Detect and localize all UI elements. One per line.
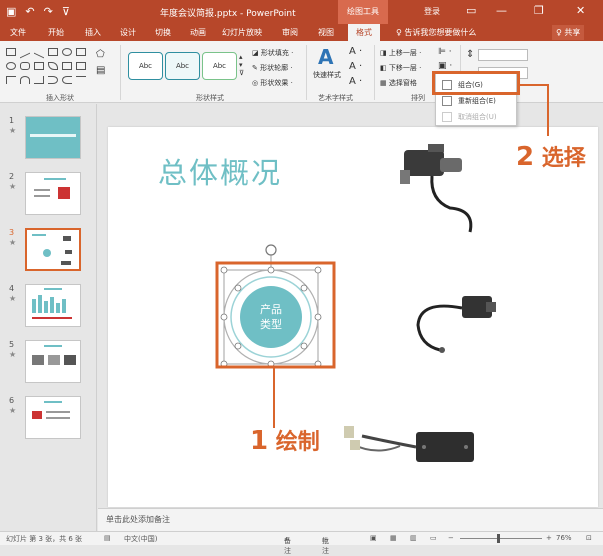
ungroup-icon	[442, 112, 452, 122]
slide-sorter-icon[interactable]: ▦	[390, 534, 397, 542]
callout-select: 2 选择	[516, 140, 586, 172]
reading-view-icon[interactable]: ▥	[410, 534, 417, 542]
callout-number: 2	[516, 142, 535, 172]
zoom-out-icon[interactable]: −	[448, 534, 454, 542]
zoom-in-icon[interactable]: +	[546, 534, 552, 542]
callout-number: 1	[250, 426, 269, 456]
menu-item-regroup[interactable]: 重新组合(E)	[438, 93, 515, 109]
callout-text: 选择	[541, 146, 586, 171]
status-bar: 幻灯片 第 3 张，共 6 张 ▤ 中文(中国) ≐ 备注 ▭ 批注 ▣ ▦ ▥…	[0, 531, 603, 555]
regulator-image[interactable]	[344, 426, 474, 462]
callout-line-2	[520, 84, 549, 136]
motor-image[interactable]	[400, 144, 473, 233]
menu-item-ungroup[interactable]: 取消组合(U)	[438, 109, 515, 125]
highlight-box-group	[432, 71, 520, 95]
notes-pane[interactable]: 单击此处添加备注	[98, 508, 603, 531]
zoom-slider-thumb[interactable]	[497, 534, 500, 543]
language-indicator[interactable]: 中文(中国)	[124, 534, 157, 544]
menu-item-label: 重新组合(E)	[458, 97, 496, 105]
spellcheck-icon[interactable]: ▤	[104, 534, 111, 542]
zoom-slider[interactable]	[460, 538, 542, 539]
callout-draw: 1 绘制	[250, 424, 320, 456]
circle-label-line1: 产品	[260, 303, 282, 316]
rotate-handle-icon[interactable]	[265, 244, 277, 256]
notes-placeholder: 单击此处添加备注	[106, 515, 170, 524]
circle-label-line2: 类型	[260, 318, 282, 331]
notes-label: 备注	[284, 537, 291, 555]
fit-to-window-icon[interactable]: ⊡	[586, 534, 592, 542]
regroup-icon	[442, 96, 452, 106]
slideshow-icon[interactable]: ▭	[430, 534, 437, 542]
ignition-coil-image[interactable]	[416, 296, 496, 353]
menu-item-label: 取消组合(U)	[458, 113, 497, 121]
slide-counter: 幻灯片 第 3 张，共 6 张	[6, 535, 83, 543]
circle-label: 产品 类型	[249, 302, 293, 332]
comments-label: 批注	[322, 537, 329, 555]
normal-view-icon[interactable]: ▣	[370, 534, 377, 542]
callout-text: 绘制	[275, 430, 320, 455]
zoom-level[interactable]: 76%	[556, 534, 572, 542]
